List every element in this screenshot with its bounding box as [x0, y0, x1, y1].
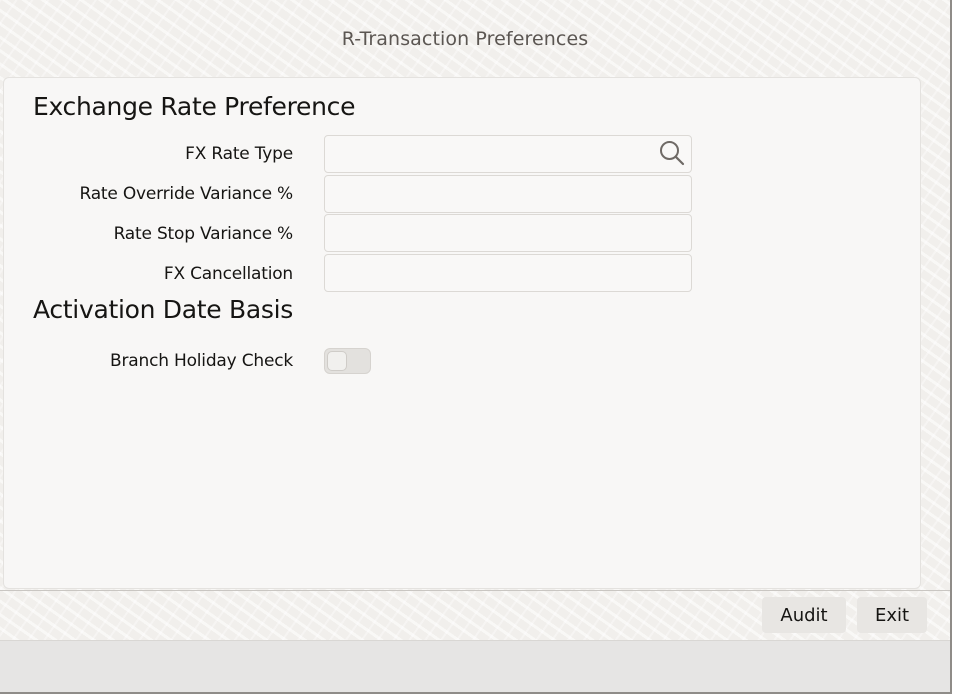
fx-cancellation-label: FX Cancellation: [163, 264, 293, 284]
search-icon: [660, 141, 685, 166]
rate-stop-variance-label: Rate Stop Variance %: [113, 224, 294, 244]
rate-stop-variance-input[interactable]: [324, 214, 692, 252]
footer-divider: [0, 590, 950, 591]
window-title: R-Transaction Preferences: [341, 28, 589, 50]
exchange-rate-heading: Exchange Rate Preference: [33, 92, 356, 121]
window-border-bottom: [0, 692, 952, 697]
audit-button[interactable]: Audit: [762, 597, 846, 633]
branch-holiday-check-toggle[interactable]: [324, 348, 371, 374]
window-border-right: [950, 0, 958, 697]
toggle-knob: [327, 351, 347, 371]
fx-rate-type-input[interactable]: [324, 135, 692, 173]
fx-rate-type-lookup-button[interactable]: [656, 138, 688, 168]
preferences-panel: Exchange Rate Preference FX Rate Type Ra…: [3, 77, 921, 589]
rate-override-variance-input[interactable]: [324, 175, 692, 213]
footer-bar: [0, 640, 950, 692]
fx-rate-type-label: FX Rate Type: [185, 144, 293, 164]
exit-button[interactable]: Exit: [857, 597, 927, 633]
fx-cancellation-input[interactable]: [324, 254, 692, 292]
activation-date-heading: Activation Date Basis: [33, 295, 293, 324]
rate-override-variance-label: Rate Override Variance %: [79, 184, 293, 204]
branch-holiday-check-label: Branch Holiday Check: [110, 351, 293, 371]
